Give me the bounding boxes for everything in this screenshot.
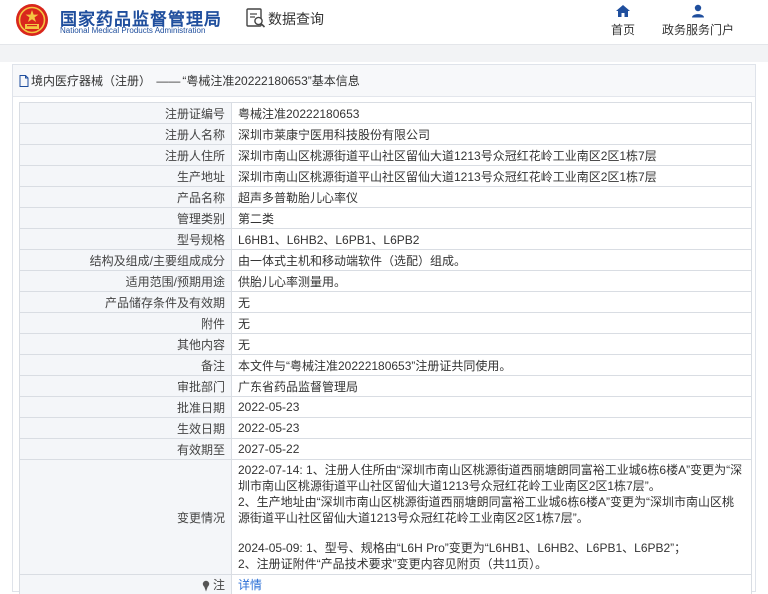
table-row: 生产地址 深圳市南山区桃源街道平山社区留仙大道1213号众冠红花岭工业南区2区1… [19,165,752,187]
table-row: 备注 本文件与“粤械注准20222180653”注册证共同使用。 [19,354,752,376]
table-row: 附件 无 [19,312,752,334]
change-entry: 2、注册证附件“产品技术要求”变更内容见附页（共11页）。 [238,557,548,571]
header-divider-band [0,44,768,62]
detail-panel: 境内医疗器械（注册） —— “粤械注准20222180653”基本信息 注册证编号… [12,64,756,594]
field-label: 产品储存条件及有效期 [19,291,232,313]
field-label: 审批部门 [19,375,232,397]
field-value: 深圳市南山区桃源街道平山社区留仙大道1213号众冠红花岭工业南区2区1栋7层 [231,144,752,166]
field-label: 附件 [19,312,232,334]
field-value: 2022-05-23 [231,396,752,418]
table-row: 结构及组成/主要组成成分 由一体式主机和移动端软件（选配）组成。 [19,249,752,271]
field-label: 其他内容 [19,333,232,355]
nav-service-portal[interactable]: 政务服务门户 [656,4,740,38]
field-label: 生产地址 [19,165,232,187]
field-label: 批准日期 [19,396,232,418]
details-link[interactable]: 详情 [238,578,262,592]
field-label: 备注 [19,354,232,376]
field-label: 注册人名称 [19,123,232,145]
site-header: 国家药品监督管理局 National Medical Products Admi… [0,0,768,44]
panel-title: 境内医疗器械（注册） —— “粤械注准20222180653”基本信息 [13,65,755,97]
field-value: 第二类 [231,207,752,229]
field-value: 超声多普勒胎儿心率仪 [231,186,752,208]
note-label-cell: 注 [19,574,232,594]
field-value: L6HB1、L6HB2、L6PB1、L6PB2 [231,228,752,250]
change-entry: 2、生产地址由“深圳市南山区桃源街道西丽塘朗同富裕工业城6栋6楼A”变更为“深圳… [238,495,735,525]
user-icon [692,4,704,18]
change-entry: 2022-07-14: 1、注册人住所由“深圳市南山区桃源街道西丽塘朗同富裕工业… [238,463,743,493]
field-value: 深圳市莱康宁医用科技股份有限公司 [231,123,752,145]
table-row: 生效日期 2022-05-23 [19,417,752,439]
field-label: 适用范围/预期用途 [19,270,232,292]
breadcrumb-separator: —— [156,74,181,88]
breadcrumb-category[interactable]: 境内医疗器械（注册） [31,74,151,88]
table-row: 其他内容 无 [19,333,752,355]
table-row: 注册人住所 深圳市南山区桃源街道平山社区留仙大道1213号众冠红花岭工业南区2区… [19,144,752,166]
field-value: 无 [231,333,752,355]
change-entry: 2024-05-09: 1、型号、规格由“L6H Pro”变更为“L6HB1、L… [238,541,687,555]
home-icon [616,5,630,17]
field-value: 本文件与“粤械注准20222180653”注册证共同使用。 [231,354,752,376]
note-label: 注 [212,578,225,592]
field-label: 产品名称 [19,186,232,208]
field-value: 无 [231,312,752,334]
table-row-note: 注 详情 [19,574,752,594]
field-label: 变更情况 [19,459,232,575]
field-label: 注册人住所 [19,144,232,166]
field-label: 注册证编号 [19,102,232,124]
table-row: 管理类别 第二类 [19,207,752,229]
table-row: 审批部门 广东省药品监督管理局 [19,375,752,397]
field-value: 2022-05-23 [231,417,752,439]
breadcrumb-title: “粤械注准20222180653”基本信息 [182,74,360,88]
national-emblem-icon [16,4,48,36]
data-search-icon[interactable] [246,7,266,29]
field-label: 结构及组成/主要组成成分 [19,249,232,271]
field-value: 由一体式主机和移动端软件（选配）组成。 [231,249,752,271]
field-value: 2027-05-22 [231,438,752,460]
pin-icon [202,580,210,592]
table-row: 注册人名称 深圳市莱康宁医用科技股份有限公司 [19,123,752,145]
site-title-en: National Medical Products Administration [60,26,206,35]
nav-home-label: 首页 [610,23,635,37]
note-value-cell: 详情 [231,574,752,594]
nav-home[interactable]: 首页 [604,4,642,38]
table-row: 批准日期 2022-05-23 [19,396,752,418]
field-label: 有效期至 [19,438,232,460]
table-row: 产品储存条件及有效期 无 [19,291,752,313]
change-spacer [238,526,745,540]
table-row-changes: 变更情况 2022-07-14: 1、注册人住所由“深圳市南山区桃源街道西丽塘朗… [19,459,752,575]
table-row: 有效期至 2027-05-22 [19,438,752,460]
document-icon [19,74,29,87]
field-value: 粤械注准20222180653 [231,102,752,124]
field-value: 无 [231,291,752,313]
table-row: 产品名称 超声多普勒胎儿心率仪 [19,186,752,208]
field-label: 管理类别 [19,207,232,229]
registration-info-table: 注册证编号 粤械注准20222180653 注册人名称 深圳市莱康宁医用科技股份… [19,102,752,594]
table-row: 注册证编号 粤械注准20222180653 [19,102,752,124]
field-label: 型号规格 [19,228,232,250]
nav-portal-label: 政务服务门户 [661,23,734,37]
field-label: 生效日期 [19,417,232,439]
field-value: 深圳市南山区桃源街道平山社区留仙大道1213号众冠红花岭工业南区2区1栋7层 [231,165,752,187]
changes-value: 2022-07-14: 1、注册人住所由“深圳市南山区桃源街道西丽塘朗同富裕工业… [231,459,752,575]
table-row: 适用范围/预期用途 供胎儿心率测量用。 [19,270,752,292]
table-row: 型号规格 L6HB1、L6HB2、L6PB1、L6PB2 [19,228,752,250]
field-value: 广东省药品监督管理局 [231,375,752,397]
field-value: 供胎儿心率测量用。 [231,270,752,292]
data-search-link[interactable]: 数据查询 [268,9,324,29]
